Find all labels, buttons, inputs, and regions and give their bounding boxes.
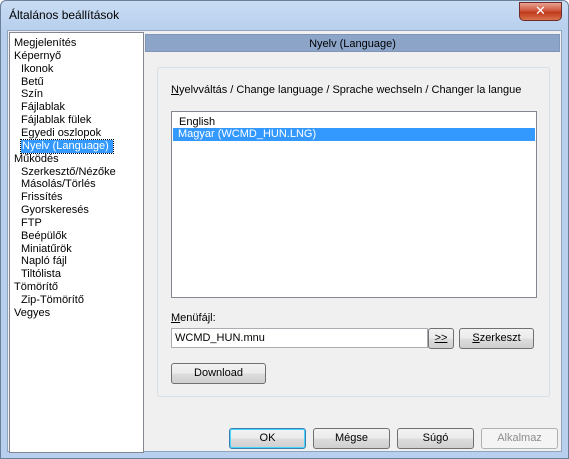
tree-item[interactable]: Ikonok [21, 63, 53, 76]
tree-item[interactable]: Tiltólista [21, 268, 61, 281]
language-label-mnemonic: N [171, 84, 179, 96]
close-icon: ✕ [535, 4, 546, 19]
tree-item[interactable]: Megjelenítés [14, 37, 76, 50]
browse-button-label: >> [434, 332, 448, 344]
tree-item[interactable]: Frissítés [21, 191, 63, 204]
close-button[interactable]: ✕ [519, 2, 562, 21]
tree-item[interactable]: FTP [21, 217, 42, 230]
download-button[interactable]: Download [171, 363, 266, 384]
tree-item[interactable]: Működés [14, 153, 59, 166]
title-bar[interactable]: Általános beállítások ✕ [1, 1, 568, 29]
tree-item[interactable]: Fájlablak [21, 101, 65, 114]
tree-item[interactable]: Miniatűrök [21, 243, 72, 256]
tree-item[interactable]: Vegyes [14, 307, 50, 320]
tree-item[interactable]: Képernyő [14, 50, 61, 63]
browse-button[interactable]: >> [428, 328, 454, 349]
language-list-item[interactable]: Magyar (WCMD_HUN.LNG) [173, 128, 535, 141]
cancel-button[interactable]: Mégse [313, 428, 390, 449]
tree-item[interactable]: Beépülők [21, 230, 67, 243]
tree-item[interactable]: Szín [21, 88, 43, 101]
tree-item[interactable]: Gyorskeresés [21, 204, 89, 217]
tree-item[interactable]: Napló fájl [21, 255, 67, 268]
menu-file-label: Menüfájl: [171, 312, 216, 324]
language-list[interactable]: English Magyar (WCMD_HUN.LNG) [171, 111, 537, 298]
window-title: Általános beállítások [9, 8, 120, 22]
tree-item[interactable]: Szerkesztő/Nézőke [21, 166, 116, 179]
settings-dialog: Általános beállítások ✕ Megjelenítés Képe… [0, 0, 569, 459]
menu-file-input[interactable]: WCMD_HUN.mnu [171, 328, 428, 348]
tree-item[interactable]: Tömörítő [14, 281, 58, 294]
tree-item[interactable]: Egyedi oszlopok [21, 127, 101, 140]
tree-item[interactable]: Zip-Tömörítő [21, 294, 84, 307]
edit-button-label: zerkeszt [479, 332, 521, 344]
language-label-text: yelvváltás / Change language / Sprache w… [178, 84, 522, 96]
help-button[interactable]: Súgó [397, 428, 474, 449]
dialog-client-area: Megjelenítés Képernyő Ikonok Betű Szín Fájlab… [7, 30, 562, 453]
tree-item[interactable]: Betű [21, 76, 44, 89]
language-label: Nyelvváltás / Change language / Sprache … [171, 84, 521, 96]
apply-button[interactable]: Alkalmaz [481, 428, 558, 449]
tree-item[interactable]: Fájlablak fülek [21, 114, 91, 127]
settings-tree[interactable]: Megjelenítés Képernyő Ikonok Betű Szín Fájlab… [9, 32, 144, 453]
tree-item[interactable]: Másolás/Törlés [21, 178, 96, 191]
edit-button[interactable]: Szerkeszt [459, 328, 534, 349]
page-title: Nyelv (Language) [145, 34, 560, 52]
tree-item[interactable]: Nyelv (Language) [20, 138, 114, 154]
edit-mnemonic: S [472, 332, 480, 344]
ok-button[interactable]: OK [229, 428, 306, 449]
